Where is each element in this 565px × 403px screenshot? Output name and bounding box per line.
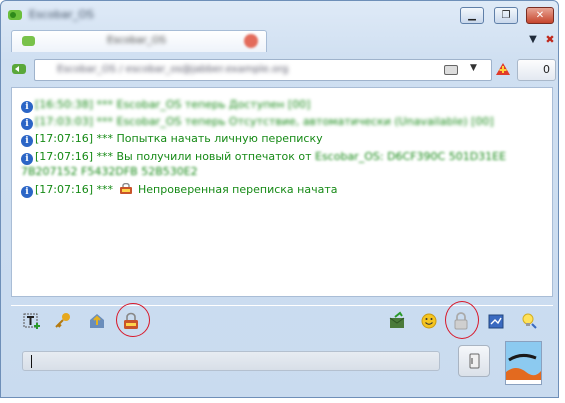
message-text: *** Попытка начать личную переписку (96, 132, 323, 145)
avatar[interactable] (505, 341, 542, 385)
message-input[interactable] (22, 351, 440, 371)
chat-log: i [16:50:38] *** Escobar_OS теперь Доступ… (11, 87, 553, 297)
message-counter: 0 (517, 59, 556, 81)
chat-toolbar (11, 301, 553, 339)
window-title: Escobar_OS (29, 8, 94, 21)
contact-jid: Escobar_OS / escobar_os@jabber.example.o… (57, 64, 289, 75)
chat-message: i [17:03:03] *** Escobar_OS теперь Отсутс… (21, 115, 494, 130)
tab-menu-dropdown-icon[interactable]: ▼ (526, 34, 540, 48)
message-text: *** (96, 183, 114, 196)
contact-online-icon (12, 64, 26, 74)
chat-message-continued: 7B207152 F5432DFB 52B530E2 (21, 165, 198, 178)
message-time: [17:07:16] (35, 183, 93, 196)
tab-bar: Escobar_OS ▼ ✖ (5, 30, 558, 52)
maximize-button[interactable]: ❐ (494, 7, 518, 24)
emoticon-icon[interactable] (419, 311, 439, 331)
send-file-icon[interactable] (87, 311, 107, 331)
send-icon (469, 353, 480, 369)
contact-status-icon (22, 36, 35, 46)
minimize-icon: ▁ (468, 10, 476, 21)
otr-highlight-marker (116, 303, 150, 337)
minimize-button[interactable]: ▁ (460, 7, 484, 24)
message-time: [17:07:16] (35, 150, 93, 163)
chevron-down-icon[interactable]: ▼ (470, 63, 477, 73)
insert-text-icon[interactable] (22, 311, 42, 331)
plus-icon[interactable] (494, 60, 512, 78)
title-bar: Escobar_OS ▁ ❐ ✕ (1, 1, 558, 29)
history-icon[interactable] (387, 311, 407, 331)
chat-window: Escobar_OS ▁ ❐ ✕ Escobar_OS ▼ ✖ Escobar_… (0, 0, 559, 398)
vcard-icon[interactable] (444, 65, 458, 75)
tab-close-all-icon[interactable]: ✖ (543, 33, 557, 47)
chat-message: i [17:07:16] *** Попытка начать личную пе… (21, 132, 323, 147)
lock-highlight-marker (445, 301, 479, 339)
info-icon: i (21, 153, 33, 165)
close-button[interactable]: ✕ (526, 7, 554, 24)
message-time: [17:07:16] (35, 132, 93, 145)
message-text: *** Вы получили новый отпечаток от (96, 150, 312, 163)
otr-unverified-icon (119, 183, 132, 194)
notify-bulb-icon[interactable] (519, 311, 539, 331)
contact-bar: Escobar_OS / escobar_os@jabber.example.o… (7, 57, 558, 83)
fingerprint-owner: Escobar_OS: (315, 150, 384, 163)
tab-label: Escobar_OS (107, 35, 166, 46)
info-icon: i (21, 118, 33, 130)
tab-contact[interactable]: Escobar_OS (11, 30, 267, 52)
fingerprint-part2: 7B207152 F5432DFB 52B530E2 (21, 165, 198, 178)
tab-close-icon[interactable] (244, 34, 258, 48)
message-text: Непроверенная переписка начата (138, 183, 338, 196)
send-button[interactable] (458, 345, 490, 377)
info-icon: i (21, 135, 33, 147)
info-icon: i (21, 186, 33, 198)
close-icon: ✕ (535, 10, 545, 21)
maximize-icon: ❐ (501, 10, 511, 21)
contact-selector[interactable]: Escobar_OS / escobar_os@jabber.example.o… (34, 59, 492, 81)
app-icon (8, 10, 22, 20)
avatar-image (506, 342, 541, 384)
chat-message: i [17:07:16] *** Непроверенная переписка … (21, 183, 337, 198)
fingerprint-part1: D6CF390C 501D31EE (387, 150, 507, 163)
chat-message: i [16:50:38] *** Escobar_OS теперь Доступ… (21, 98, 310, 113)
chat-message: i [17:07:16] *** Вы получили новый отпеча… (21, 150, 506, 165)
text-caret (31, 355, 32, 368)
chat-settings-icon[interactable] (486, 311, 506, 331)
info-icon: i (21, 101, 33, 113)
key-icon[interactable] (53, 311, 73, 331)
